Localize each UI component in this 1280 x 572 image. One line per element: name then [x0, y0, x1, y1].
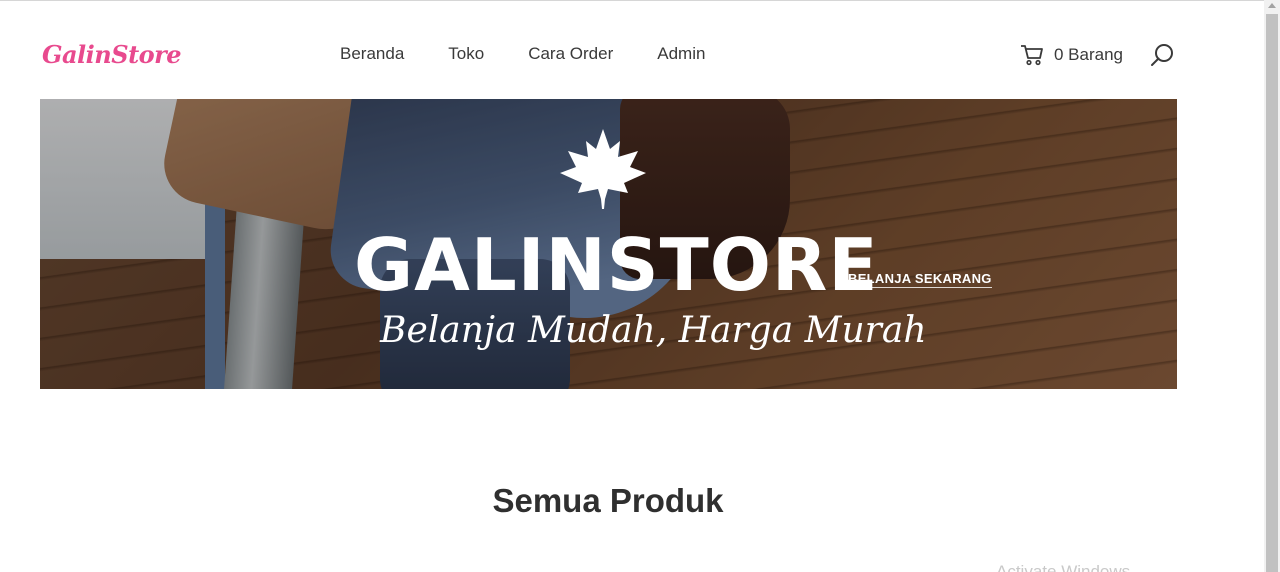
activate-windows-watermark: Activate Windows [996, 562, 1131, 572]
nav-item-cara-order[interactable]: Cara Order [528, 44, 613, 64]
scroll-up-arrow-icon[interactable] [1268, 3, 1276, 8]
site-logo[interactable]: GalinStore [42, 40, 182, 69]
maple-leaf-icon [560, 129, 646, 209]
hero-title: GALINSTORE [354, 223, 879, 307]
nav-item-toko[interactable]: Toko [448, 44, 484, 64]
scrollbar-thumb[interactable] [1266, 14, 1278, 572]
nav-item-beranda[interactable]: Beranda [340, 44, 404, 64]
shop-now-link[interactable]: BELANJA SEKARANG [848, 271, 992, 288]
hero-banner: GALINSTORE BELANJA SEKARANG Belanja Muda… [40, 99, 1177, 389]
main-nav: Beranda Toko Cara Order Admin [340, 44, 705, 64]
page-scrollbar[interactable] [1264, 0, 1280, 572]
search-icon[interactable] [1149, 42, 1175, 68]
cart-icon [1021, 45, 1043, 66]
section-title: Semua Produk [492, 482, 724, 519]
hero-subtitle: Belanja Mudah, Harga Murah [380, 310, 927, 351]
cart-button[interactable]: 0 Barang [1020, 44, 1123, 66]
cart-count-label: 0 Barang [1054, 45, 1123, 64]
nav-item-admin[interactable]: Admin [657, 44, 705, 64]
site-header: GalinStore Beranda Toko Cara Order Admin… [0, 0, 1264, 98]
